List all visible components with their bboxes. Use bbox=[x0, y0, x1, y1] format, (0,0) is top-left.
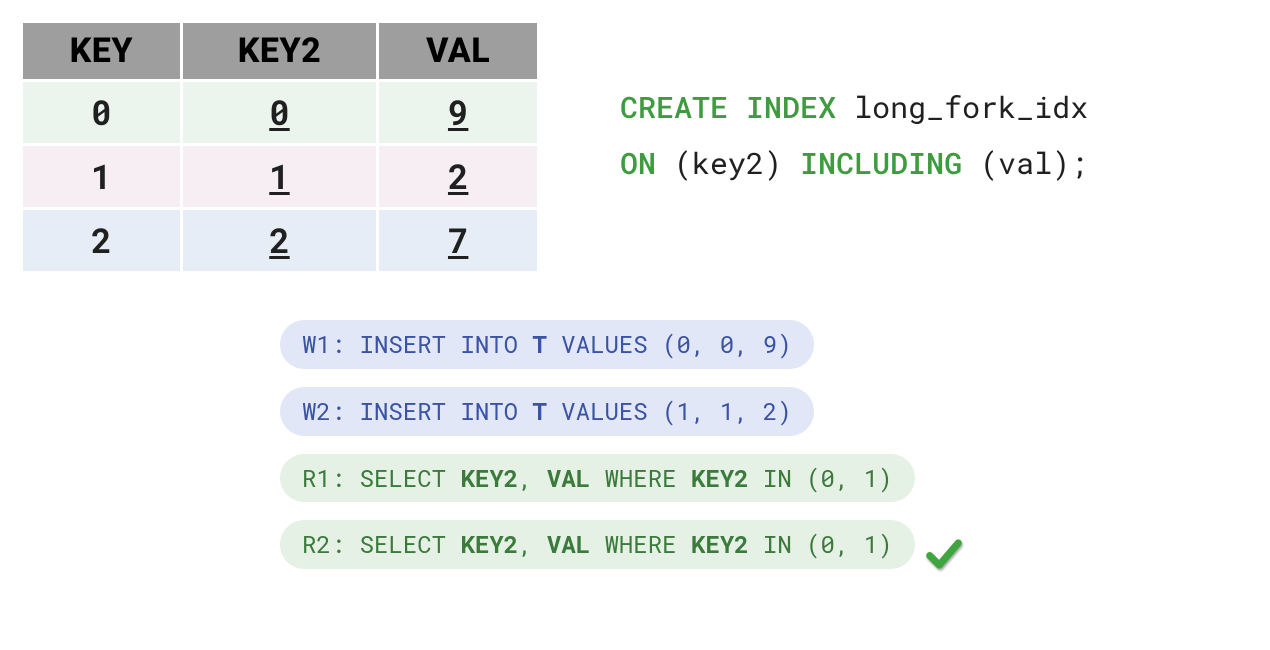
ddl-paren-open: ( bbox=[674, 144, 692, 183]
ddl-including-kw: INCLUDING bbox=[800, 144, 962, 183]
stmt-w2: W2: INSERT INTO T VALUES (1, 1, 2) bbox=[280, 387, 814, 436]
stmt-comma: , bbox=[518, 462, 532, 494]
stmt-in: IN bbox=[763, 528, 792, 560]
ddl-on-kw: ON bbox=[620, 144, 656, 183]
table-row: 2 2 7 bbox=[22, 209, 539, 273]
stmt-where: WHERE bbox=[605, 462, 677, 494]
diagram-stage: KEY KEY2 VAL 0 0 9 1 1 2 2 2 7 bbox=[0, 0, 1270, 650]
stmt-tuple: (0, 1) bbox=[806, 528, 892, 560]
stmt-tuple: (0, 1) bbox=[806, 462, 892, 494]
stmt-label: W1: bbox=[302, 328, 345, 360]
ddl-inc-col: val bbox=[998, 144, 1052, 183]
stmt-comma: , bbox=[518, 528, 532, 560]
cell-val: 9 bbox=[378, 81, 539, 145]
stmt-col: VAL bbox=[547, 462, 590, 494]
statements: W1: INSERT INTO T VALUES (0, 0, 9) W2: I… bbox=[280, 320, 963, 587]
cell-key: 1 bbox=[22, 145, 182, 209]
stmt-mid: VALUES bbox=[561, 328, 647, 360]
cell-val: 2 bbox=[378, 145, 539, 209]
stmt-kw: SELECT bbox=[360, 462, 446, 494]
table-header-row: KEY KEY2 VAL bbox=[22, 22, 539, 81]
ddl-paren-open: ( bbox=[980, 144, 998, 183]
stmt-label: W2: bbox=[302, 395, 345, 427]
col-val: VAL bbox=[378, 22, 539, 81]
stmt-mid: VALUES bbox=[561, 395, 647, 427]
stmt-r1: R1: SELECT KEY2, VAL WHERE KEY2 IN (0, 1… bbox=[280, 454, 915, 503]
stmt-kw: INSERT INTO bbox=[360, 328, 518, 360]
stmt-col: KEY2 bbox=[460, 528, 518, 560]
check-icon bbox=[925, 535, 963, 573]
stmt-col: VAL bbox=[547, 528, 590, 560]
cell-key: 0 bbox=[22, 81, 182, 145]
cell-key2: 2 bbox=[181, 209, 378, 273]
stmt-tuple: (1, 1, 2) bbox=[662, 395, 792, 427]
stmt-label: R1: bbox=[302, 462, 345, 494]
stmt-col: KEY2 bbox=[460, 462, 518, 494]
col-key: KEY bbox=[22, 22, 182, 81]
stmt-w1: W1: INSERT INTO T VALUES (0, 0, 9) bbox=[280, 320, 814, 369]
stmt-table: T bbox=[532, 328, 546, 360]
stmt-label: R2: bbox=[302, 528, 345, 560]
index-ddl: CREATE INDEX long_fork_idx ON (key2) INC… bbox=[620, 80, 1088, 191]
stmt-tuple: (0, 0, 9) bbox=[662, 328, 792, 360]
stmt-col: KEY2 bbox=[691, 462, 749, 494]
stmt-col: KEY2 bbox=[691, 528, 749, 560]
ddl-paren-close: ); bbox=[1052, 144, 1088, 183]
table-row: 0 0 9 bbox=[22, 81, 539, 145]
ddl-paren-close: ) bbox=[764, 144, 782, 183]
data-table: KEY KEY2 VAL 0 0 9 1 1 2 2 2 7 bbox=[20, 20, 540, 274]
cell-key: 2 bbox=[22, 209, 182, 273]
col-key2: KEY2 bbox=[181, 22, 378, 81]
table-row: 1 1 2 bbox=[22, 145, 539, 209]
cell-val: 7 bbox=[378, 209, 539, 273]
stmt-r2: R2: SELECT KEY2, VAL WHERE KEY2 IN (0, 1… bbox=[280, 520, 915, 569]
stmt-table: T bbox=[532, 395, 546, 427]
ddl-create-index-kw: CREATE INDEX bbox=[620, 88, 836, 127]
stmt-in: IN bbox=[763, 462, 792, 494]
cell-key2: 0 bbox=[181, 81, 378, 145]
ddl-on-col: key2 bbox=[692, 144, 764, 183]
stmt-kw: INSERT INTO bbox=[360, 395, 518, 427]
stmt-where: WHERE bbox=[605, 528, 677, 560]
cell-key2: 1 bbox=[181, 145, 378, 209]
ddl-index-name: long_fork_idx bbox=[854, 88, 1088, 127]
stmt-kw: SELECT bbox=[360, 528, 446, 560]
